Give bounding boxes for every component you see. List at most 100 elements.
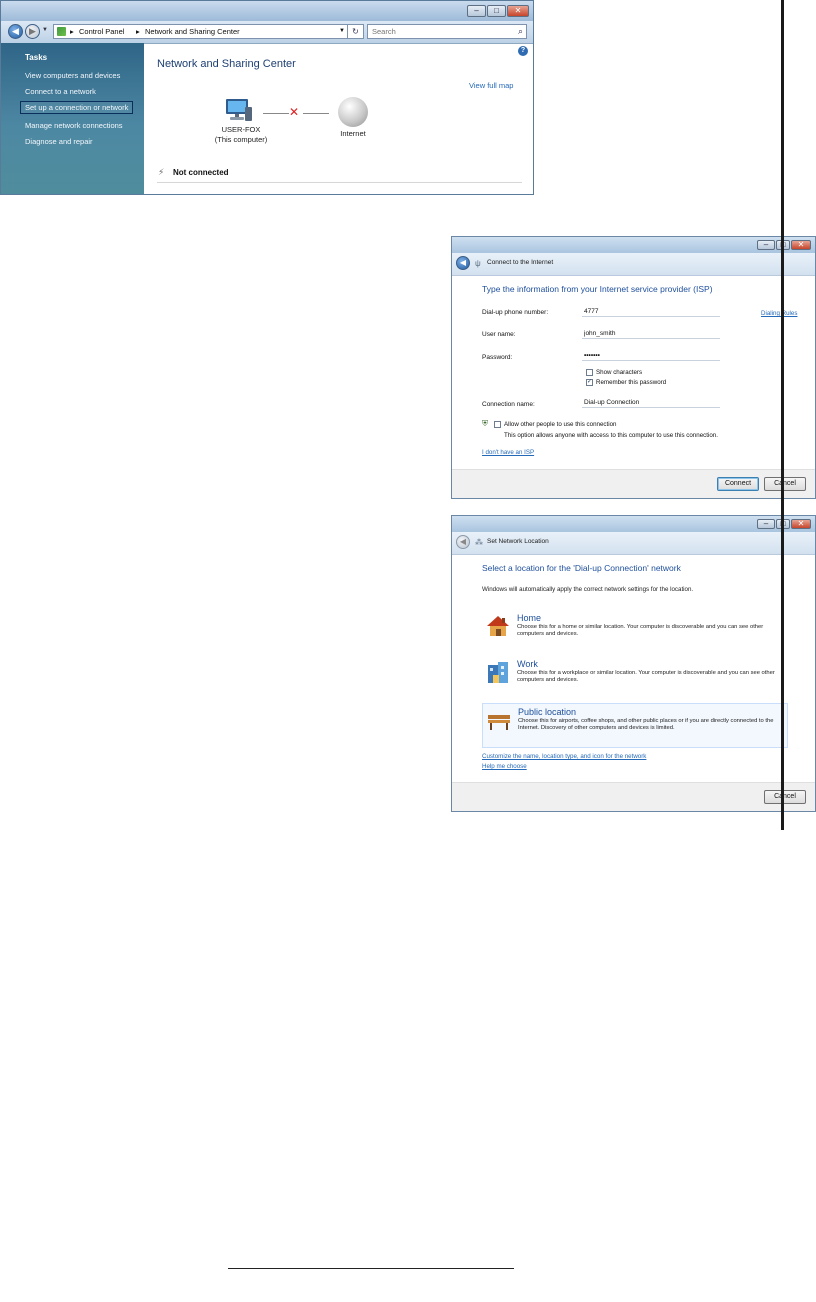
arrow-left-icon: ◀ <box>12 26 19 36</box>
title-bar: – □ ✕ <box>1 1 533 21</box>
dialog-footer: Cancel <box>452 782 815 811</box>
public-location-option[interactable]: Public location Choose this for airports… <box>482 703 788 748</box>
cancel-button[interactable]: Cancel <box>764 790 806 804</box>
show-characters-label: Show characters <box>596 369 643 376</box>
address-toolbar: ◀ ▶ ▼ ▸ Control Panel ▸ Network and Shar… <box>1 21 533 44</box>
phone-number-field[interactable] <box>582 306 720 317</box>
computer-icon[interactable] <box>223 97 253 123</box>
page-margin-bar <box>781 0 784 830</box>
dialog-frame: – □ ✕ <box>452 516 815 532</box>
password-field[interactable] <box>582 350 720 361</box>
network-sharing-center-window: – □ ✕ ◀ ▶ ▼ ▸ Control Panel ▸ Network an… <box>0 0 534 195</box>
connection-line <box>303 113 329 114</box>
network-location-icon: ⁂ <box>475 538 483 547</box>
no-isp-link[interactable]: I don't have an ISP <box>482 449 534 456</box>
cancel-button[interactable]: Cancel <box>764 477 806 491</box>
back-button[interactable]: ◀ <box>8 24 23 39</box>
sidebar-item-view-computers[interactable]: View computers and devices <box>25 71 120 80</box>
dialog-title: Connect to the Internet <box>487 259 554 266</box>
option-description: Choose this for a home or similar locati… <box>517 624 764 637</box>
back-button[interactable]: ◀ <box>456 256 470 270</box>
username-field[interactable] <box>582 328 720 339</box>
sidebar-item-setup-connection[interactable]: Set up a connection or network <box>20 101 134 114</box>
breadcrumb-separator-icon[interactable]: ▸ <box>70 27 74 36</box>
refresh-button[interactable]: ↻ <box>347 24 364 39</box>
arrow-left-icon: ◀ <box>459 258 467 267</box>
internet-label: Internet <box>340 129 366 138</box>
remember-password-label: Remember this password <box>596 379 667 386</box>
search-box[interactable]: ⌕ <box>367 24 527 39</box>
public-bench-icon <box>488 715 510 730</box>
sidebar-item-manage-connections[interactable]: Manage network connections <box>25 121 123 130</box>
search-input[interactable] <box>368 25 514 38</box>
breadcrumb-network-sharing[interactable]: Network and Sharing Center <box>145 27 240 36</box>
sidebar-item-diagnose[interactable]: Diagnose and repair <box>25 137 93 146</box>
home-icon <box>487 616 509 636</box>
home-location-option[interactable]: Home Choose this for a home or similar l… <box>482 610 788 648</box>
set-network-location-dialog: – □ ✕ ◀ ⁂ Set Network Location Select a … <box>451 515 816 812</box>
dialog-instruction: Type the information from your Internet … <box>482 284 713 294</box>
connection-name-label: Connection name: <box>482 401 535 408</box>
sidebar-item-connect-network[interactable]: Connect to a network <box>25 87 96 96</box>
back-button[interactable]: ◀ <box>456 535 470 549</box>
connection-status: Not connected <box>173 168 229 177</box>
breadcrumb-separator-icon[interactable]: ▸ <box>136 27 140 36</box>
shield-icon: ⛨ <box>482 419 488 428</box>
password-label: Password: <box>482 354 513 361</box>
disconnected-x-icon: ✕ <box>289 105 300 119</box>
connection-line <box>263 113 289 114</box>
close-button[interactable]: ✕ <box>507 5 529 17</box>
internet-globe-icon[interactable] <box>338 97 368 127</box>
dialing-rules-link[interactable]: Dialing Rules <box>761 310 797 317</box>
tasks-sidebar: Tasks View computers and devices Connect… <box>1 43 144 194</box>
option-description: Choose this for airports, coffee shops, … <box>518 718 774 731</box>
minimize-button[interactable]: – <box>757 519 775 529</box>
minimize-button[interactable]: – <box>757 240 775 250</box>
breadcrumb-control-panel[interactable]: Control Panel <box>79 27 124 36</box>
allow-others-checkbox[interactable] <box>494 421 501 428</box>
work-building-icon <box>488 662 508 683</box>
view-full-map-link[interactable]: View full map <box>469 81 513 90</box>
control-panel-icon <box>57 27 66 36</box>
phone-number-label: Dial-up phone number: <box>482 309 549 316</box>
page-title: Network and Sharing Center <box>157 58 296 70</box>
footnote-rule <box>228 1268 514 1269</box>
option-title: Work <box>517 659 538 669</box>
address-dropdown-icon[interactable]: ▼ <box>339 28 345 34</box>
refresh-icon: ↻ <box>352 27 359 36</box>
option-description: Choose this for a workplace or similar l… <box>517 670 775 683</box>
allow-others-description: This option allows anyone with access to… <box>504 432 718 439</box>
close-button[interactable]: ✕ <box>791 240 811 250</box>
recent-pages-dropdown-icon[interactable]: ▼ <box>42 27 48 33</box>
help-me-choose-link[interactable]: Help me choose <box>482 763 527 770</box>
remember-password-checkbox[interactable]: ✓ <box>586 379 593 386</box>
arrow-left-icon: ◀ <box>459 537 467 546</box>
search-icon[interactable]: ⌕ <box>518 26 523 37</box>
forward-button[interactable]: ▶ <box>25 24 40 39</box>
help-icon[interactable]: ? <box>518 46 528 56</box>
connect-button[interactable]: Connect <box>717 477 759 491</box>
address-bar[interactable]: ▸ Control Panel ▸ Network and Sharing Ce… <box>53 24 363 39</box>
minimize-button[interactable]: – <box>467 5 486 17</box>
sidebar-heading: Tasks <box>25 53 48 62</box>
connection-icon: ψ <box>475 259 481 268</box>
work-location-option[interactable]: Work Choose this for a workplace or simi… <box>482 656 788 694</box>
computer-label: USER-FOX (This computer) <box>209 125 273 145</box>
allow-others-label: Allow other people to use this connectio… <box>504 421 617 428</box>
dialog-subtitle: Windows will automatically apply the cor… <box>482 586 694 593</box>
close-button[interactable]: ✕ <box>791 519 811 529</box>
dialog-header: ◀ ψ Connect to the Internet <box>452 253 815 276</box>
connection-name-field[interactable] <box>582 397 720 408</box>
customize-network-link[interactable]: Customize the name, location type, and i… <box>482 753 646 760</box>
dialog-instruction: Select a location for the 'Dial-up Conne… <box>482 563 681 573</box>
computer-name: USER-FOX <box>221 125 261 134</box>
connect-internet-dialog: – □ ✕ ◀ ψ Connect to the Internet Type t… <box>451 236 816 499</box>
maximize-button[interactable]: □ <box>487 5 506 17</box>
option-title: Home <box>517 613 542 623</box>
show-characters-checkbox[interactable] <box>586 369 593 376</box>
dialog-header: ◀ ⁂ Set Network Location <box>452 532 815 555</box>
computer-subtitle: (This computer) <box>214 135 268 144</box>
option-title: Public location <box>518 707 577 717</box>
network-status-icon: ⚡ <box>158 167 165 177</box>
dialog-title: Set Network Location <box>487 538 549 545</box>
